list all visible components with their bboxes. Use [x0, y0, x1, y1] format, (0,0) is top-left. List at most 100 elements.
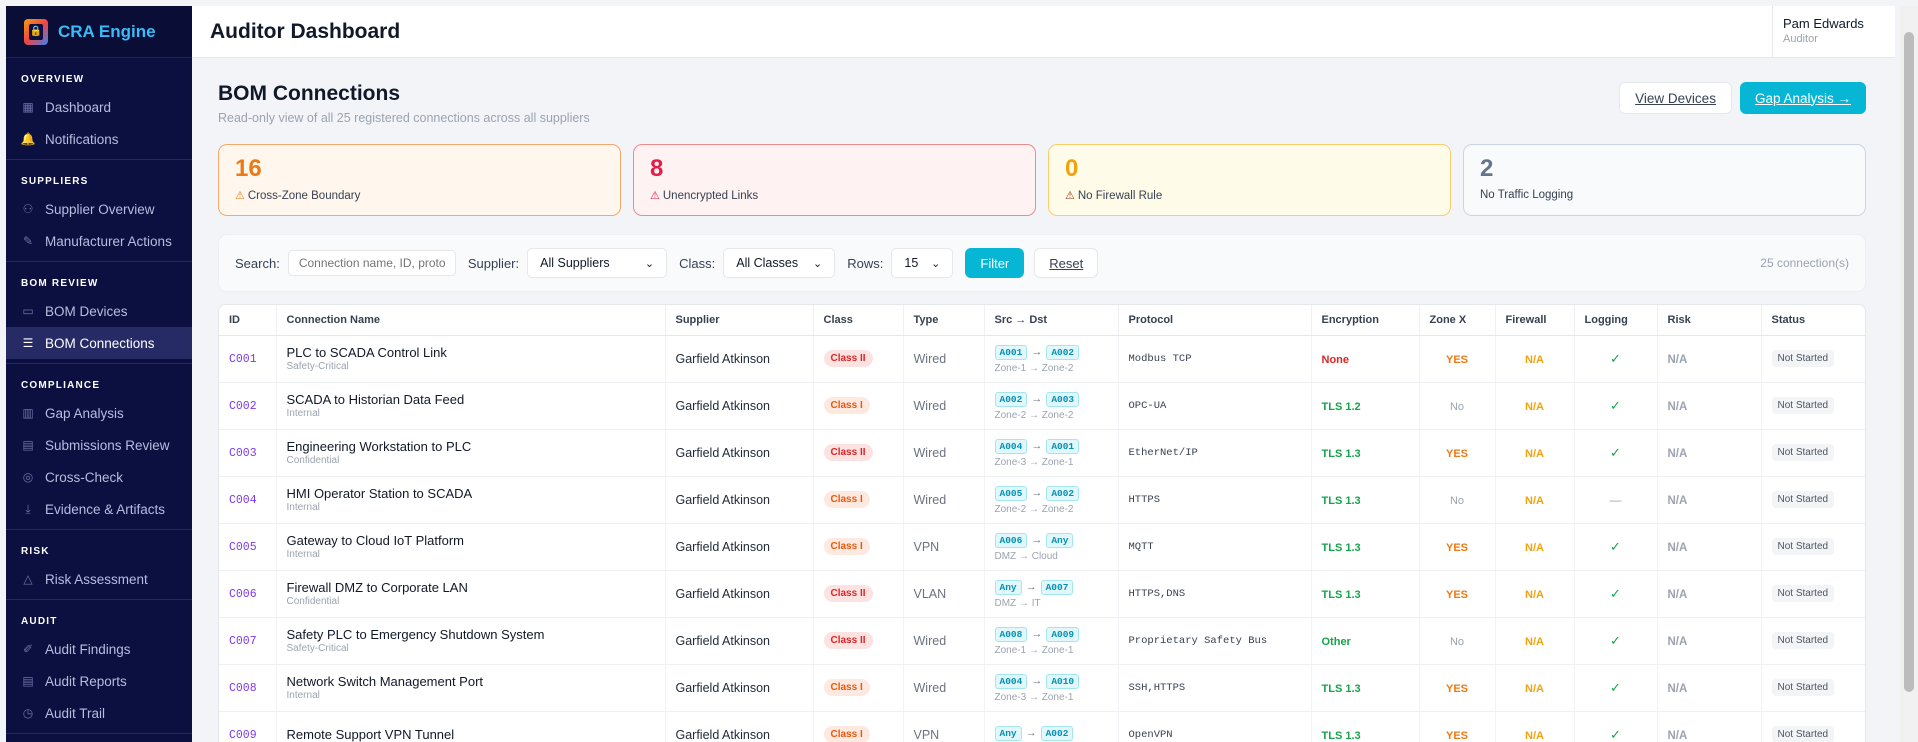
- brand[interactable]: 🔒 CRA Engine: [6, 6, 192, 58]
- cell-status: Not Started: [1761, 617, 1865, 665]
- cell-logging: ✓: [1574, 570, 1658, 618]
- scrollbar-thumb[interactable]: [1904, 32, 1914, 692]
- cell-id: C003: [219, 429, 277, 477]
- src-dst-line: A002 → A003: [994, 391, 1108, 407]
- table-row[interactable]: C001 PLC to SCADA Control Link Safety-Crit…: [219, 335, 1865, 383]
- column-header-logging[interactable]: Logging: [1574, 305, 1658, 336]
- status-badge: Not Started: [1771, 397, 1835, 414]
- sidebar-item-label: Cross-Check: [45, 469, 124, 485]
- user-role: Auditor: [1783, 32, 1818, 45]
- class-select[interactable]: All Classes ⌄: [723, 248, 836, 278]
- destination-chip: A007: [1040, 579, 1074, 595]
- section-header: BOM Connections Read-only view of all 25…: [218, 58, 1866, 142]
- column-header-encryption[interactable]: Encryption: [1311, 305, 1420, 336]
- column-header-type[interactable]: Type: [903, 305, 985, 336]
- cell-protocol: SSH,HTTPS: [1118, 664, 1312, 712]
- connection-id-link[interactable]: C008: [229, 682, 257, 695]
- class-badge: Class II: [823, 350, 873, 367]
- connection-name: PLC to SCADA Control Link: [286, 345, 447, 360]
- table-row[interactable]: C007 Safety PLC to Emergency Shutdown Sys…: [219, 617, 1865, 665]
- connection-name: SCADA to Historian Data Feed: [286, 392, 465, 407]
- table-row[interactable]: C009 Remote Support VPN Tunnel Garfield At…: [219, 711, 1865, 742]
- status-badge: Not Started: [1771, 726, 1835, 742]
- nav-section: RISK △ Risk Assessment: [6, 530, 192, 595]
- sidebar-item-audit-findings[interactable]: ✐ Audit Findings: [6, 633, 192, 665]
- encryption-value: TLS 1.3: [1321, 494, 1361, 507]
- sidebar-item-cross-check[interactable]: ◎ Cross-Check: [6, 461, 192, 493]
- sidebar-item-risk-assessment[interactable]: △ Risk Assessment: [6, 563, 192, 595]
- sidebar-item-manufacturer-actions[interactable]: ✎ Manufacturer Actions: [6, 225, 192, 257]
- sidebar-item-bom-devices[interactable]: ▭ BOM Devices: [6, 295, 192, 327]
- connection-id-link[interactable]: C001: [229, 353, 257, 366]
- reset-button[interactable]: Reset: [1034, 248, 1099, 278]
- connection-id-link[interactable]: C007: [229, 635, 257, 648]
- table-row[interactable]: C008 Network Switch Management Port Intern…: [219, 664, 1865, 712]
- stat-value: 0: [1065, 155, 1079, 182]
- search-input[interactable]: [287, 250, 456, 276]
- connection-id-link[interactable]: C005: [229, 541, 257, 554]
- sidebar-item-evidence-artifacts[interactable]: ⤓ Evidence & Artifacts: [6, 493, 192, 525]
- cell-type: VPN: [903, 523, 985, 571]
- table-row[interactable]: C002 SCADA to Historian Data Feed Internal…: [219, 382, 1865, 430]
- connection-id-link[interactable]: C004: [229, 494, 257, 507]
- connections-table-container: ID Connection Name Supplier Class Type Src → …: [218, 304, 1866, 742]
- table-row[interactable]: C004 HMI Operator Station to SCADA Interna…: [219, 476, 1865, 524]
- firewall-value: N/A: [1525, 729, 1544, 742]
- firewall-value: N/A: [1525, 541, 1544, 554]
- column-header-connection-name[interactable]: Connection Name: [276, 305, 666, 336]
- supplier-select[interactable]: All Suppliers ⌄: [527, 248, 668, 278]
- user-menu[interactable]: Pam Edwards Auditor: [1772, 5, 1895, 58]
- connection-id-link[interactable]: C006: [229, 588, 257, 601]
- cell-supplier: Garfield Atkinson: [665, 711, 814, 742]
- cell-supplier: Garfield Atkinson: [665, 382, 814, 430]
- cell-src-dst: A004 → A001 Zone-3 → Zone-1: [984, 429, 1119, 477]
- pencil-icon: ✐: [22, 642, 34, 656]
- column-header-risk[interactable]: Risk: [1657, 305, 1762, 336]
- risk-value: N/A: [1667, 682, 1688, 695]
- zone-cross-value: No: [1449, 635, 1465, 648]
- filter-button[interactable]: Filter: [965, 248, 1025, 278]
- column-header-zone-x[interactable]: Zone X: [1419, 305, 1496, 336]
- sidebar-item-notifications[interactable]: 🔔 Notifications: [6, 123, 192, 155]
- column-header-id[interactable]: ID: [219, 305, 277, 336]
- connection-sensitivity: Internal: [286, 690, 320, 701]
- sidebar-item-audit-trail[interactable]: ◷ Audit Trail: [6, 697, 192, 729]
- gap-icon: ▥: [22, 406, 34, 420]
- sidebar-item-supplier-overview[interactable]: ⚇ Supplier Overview: [6, 193, 192, 225]
- sidebar-item-audit-reports[interactable]: ▤ Audit Reports: [6, 665, 192, 697]
- table-row[interactable]: C006 Firewall DMZ to Corporate LAN Confide…: [219, 570, 1865, 618]
- cell-status: Not Started: [1761, 382, 1865, 430]
- column-header-status[interactable]: Status: [1761, 305, 1865, 336]
- column-header-protocol[interactable]: Protocol: [1118, 305, 1312, 336]
- connection-id-link[interactable]: C009: [229, 729, 257, 742]
- sidebar-item-bom-connections[interactable]: ☰ BOM Connections: [6, 327, 192, 359]
- sidebar-item-submissions-review[interactable]: ▤ Submissions Review: [6, 429, 192, 461]
- firewall-value: N/A: [1525, 635, 1544, 648]
- sidebar-item-gap-analysis[interactable]: ▥ Gap Analysis: [6, 397, 192, 429]
- column-header-class[interactable]: Class: [813, 305, 904, 336]
- sidebar-item-dashboard[interactable]: ▦ Dashboard: [6, 91, 192, 123]
- gap-analysis-button[interactable]: Gap Analysis →: [1739, 82, 1866, 114]
- encryption-value: TLS 1.3: [1321, 729, 1361, 742]
- cell-encryption: TLS 1.3: [1311, 664, 1420, 712]
- column-header-firewall[interactable]: Firewall: [1495, 305, 1575, 336]
- view-devices-button[interactable]: View Devices: [1619, 82, 1732, 114]
- rows-select[interactable]: 15 ⌄: [891, 248, 954, 278]
- connection-id-link[interactable]: C003: [229, 447, 257, 460]
- cell-firewall: N/A: [1495, 476, 1575, 524]
- cell-src-dst: A006 → Any DMZ → Cloud: [984, 523, 1119, 571]
- page-scrollbar[interactable]: [1900, 6, 1918, 742]
- cell-status: Not Started: [1761, 476, 1865, 524]
- cell-logging: ✓: [1574, 664, 1658, 712]
- supplier-select-value: All Suppliers: [540, 256, 610, 270]
- table-row[interactable]: C003 Engineering Workstation to PLC Confid…: [219, 429, 1865, 477]
- cell-logging: ✓: [1574, 523, 1658, 571]
- destination-chip: A002: [1046, 344, 1080, 360]
- cell-firewall: N/A: [1495, 382, 1575, 430]
- src-dst-line: A001 → A002: [994, 344, 1108, 360]
- table-row[interactable]: C005 Gateway to Cloud IoT Platform Interna…: [219, 523, 1865, 571]
- connection-id-link[interactable]: C002: [229, 400, 257, 413]
- zone-path: Zone-1 → Zone-1: [994, 644, 1074, 656]
- column-header-src-dst[interactable]: Src → Dst: [984, 305, 1119, 336]
- column-header-supplier[interactable]: Supplier: [665, 305, 814, 336]
